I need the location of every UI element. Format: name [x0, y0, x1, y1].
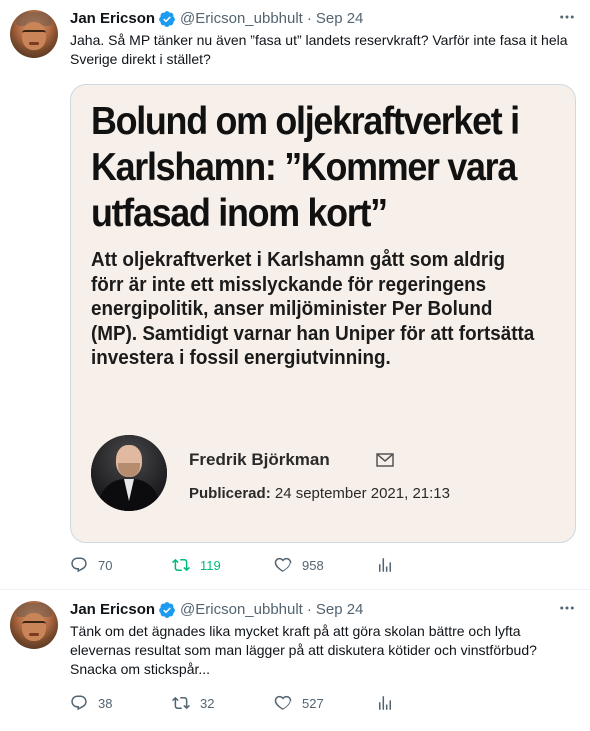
reply-icon: [71, 695, 87, 711]
like-button[interactable]: 527: [274, 694, 376, 712]
avatar-glasses: [22, 30, 46, 36]
retweet-count: 119: [200, 557, 221, 573]
verified-badge-icon: [159, 11, 175, 27]
analytics-button[interactable]: [376, 556, 404, 574]
reply-icon: [71, 557, 87, 573]
article-author-photo: [91, 435, 167, 511]
article-card[interactable]: Bolund om oljekraftverket i Karlshamn: ”…: [70, 84, 576, 543]
avatar-face: [22, 22, 46, 50]
like-icon: [274, 695, 292, 710]
author-avatar[interactable]: [10, 10, 58, 58]
card-headline: Bolund om oljekraftverket i Karlshamn: ”…: [91, 100, 520, 235]
like-button[interactable]: 958: [274, 556, 376, 574]
avatar-glasses: [22, 621, 46, 627]
reply-count: 38: [98, 695, 113, 711]
tweet-header: Jan Ericson @Ericson_ubbhult · Sep 24: [70, 9, 363, 29]
tweet-date[interactable]: Sep 24: [316, 9, 364, 29]
retweet-button[interactable]: 32: [172, 694, 274, 712]
tweet-date[interactable]: Sep 24: [316, 600, 364, 620]
published-label: Publicerad:: [189, 485, 271, 502]
header-separator: ·: [306, 601, 312, 618]
like-count: 958: [302, 557, 324, 573]
mail-icon: [376, 453, 394, 467]
tweet-actions: 38 32 527: [70, 694, 404, 712]
retweet-icon: [172, 696, 190, 710]
analytics-icon: [379, 558, 391, 572]
tweet-2[interactable]: Jan Ericson @Ericson_ubbhult · Sep 24 Tä…: [0, 591, 590, 731]
retweet-icon: [172, 558, 190, 572]
author-handle[interactable]: @Ericson_ubbhult: [180, 9, 303, 29]
reply-button[interactable]: 70: [70, 556, 172, 574]
author-avatar[interactable]: [10, 601, 58, 649]
tweet-divider: [0, 589, 590, 590]
reply-button[interactable]: 38: [70, 694, 172, 712]
reply-count: 70: [98, 557, 113, 573]
retweet-button[interactable]: 119: [172, 556, 274, 574]
published-row: Publicerad: 24 september 2021, 21:13: [189, 485, 450, 502]
more-icon[interactable]: [558, 599, 576, 622]
avatar-face: [22, 613, 46, 641]
article-author-name: Fredrik Björkman: [189, 450, 330, 469]
author-name[interactable]: Jan Ericson: [70, 600, 155, 620]
avatar-mouth: [29, 42, 39, 45]
tweet-text: Jaha. Så MP tänker nu även ”fasa ut” lan…: [70, 32, 568, 67]
like-count: 527: [302, 695, 324, 711]
like-icon: [274, 557, 292, 572]
card-lead: Att oljekraftverket i Karlshamn gått som…: [91, 248, 535, 369]
tweet-1[interactable]: Jan Ericson @Ericson_ubbhult · Sep 24 Ja…: [0, 0, 590, 590]
tweet-header: Jan Ericson @Ericson_ubbhult · Sep 24: [70, 600, 363, 620]
avatar-mouth: [29, 633, 39, 636]
tweet-text: Tänk om det ägnades lika mycket kraft på…: [70, 623, 537, 677]
header-separator: ·: [306, 10, 312, 27]
analytics-button[interactable]: [376, 694, 404, 712]
more-icon[interactable]: [558, 8, 576, 31]
analytics-icon: [379, 696, 391, 710]
retweet-count: 32: [200, 695, 215, 711]
author-name[interactable]: Jan Ericson: [70, 9, 155, 29]
tweet-actions: 70 119 958: [70, 556, 404, 574]
author-handle[interactable]: @Ericson_ubbhult: [180, 600, 303, 620]
published-date: 24 september 2021, 21:13: [274, 485, 450, 502]
verified-badge-icon: [159, 602, 175, 618]
